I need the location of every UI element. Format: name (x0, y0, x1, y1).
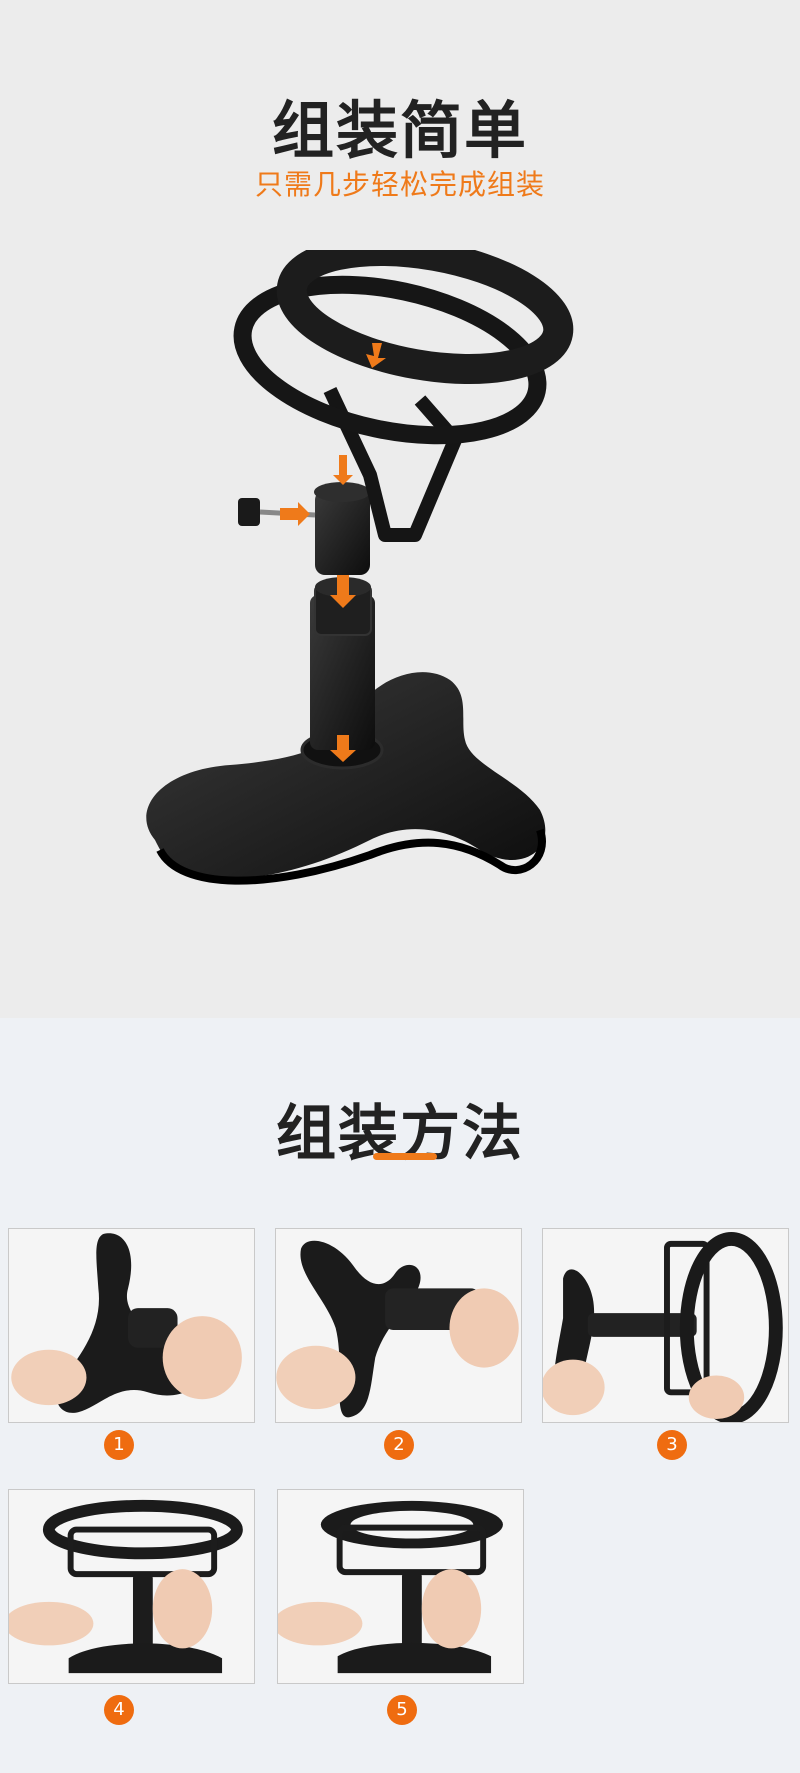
step-3-badge: 3 (657, 1430, 687, 1460)
upper-ring (276, 250, 574, 385)
page-title: 组装简单 (271, 94, 528, 167)
page-subtitle: 只需几步轻松完成组装 (254, 168, 545, 201)
step-2-badge: 2 (384, 1430, 414, 1460)
step-2-photo (275, 1228, 522, 1423)
step-1-photo (8, 1228, 255, 1423)
step-5-photo (277, 1489, 524, 1684)
exploded-stand-illustration (146, 250, 574, 885)
step-5-badge: 5 (387, 1695, 417, 1725)
joint-cylinder (315, 490, 370, 575)
step-4-photo (8, 1489, 255, 1684)
step-4-badge: 4 (104, 1695, 134, 1725)
step-3-photo (542, 1228, 789, 1423)
step-1-badge: 1 (104, 1430, 134, 1460)
title-underline (373, 1153, 437, 1160)
